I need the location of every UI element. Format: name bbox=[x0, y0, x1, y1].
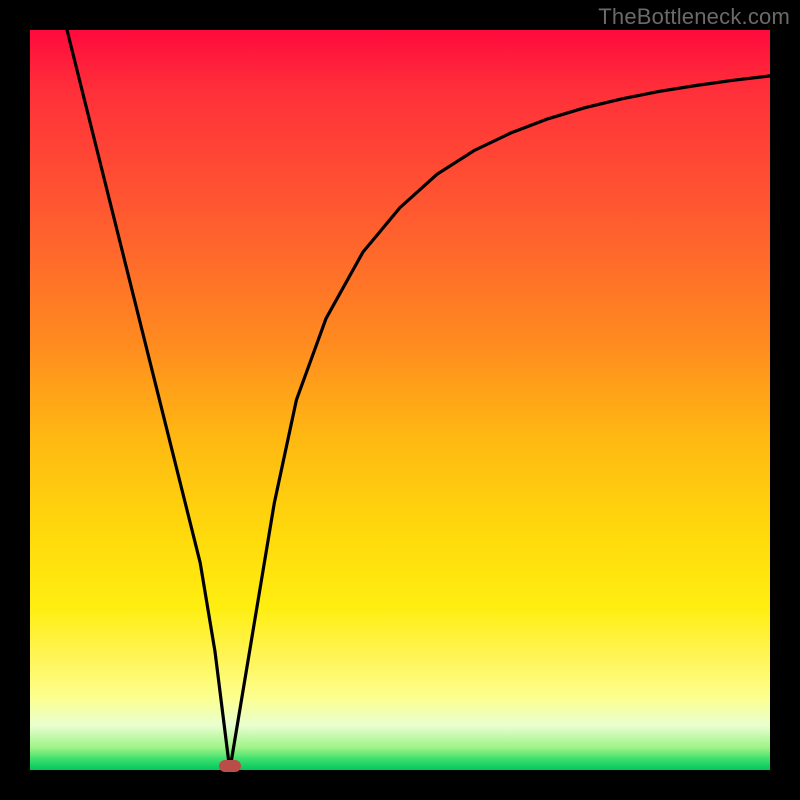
chart-stage: TheBottleneck.com bbox=[0, 0, 800, 800]
watermark-text: TheBottleneck.com bbox=[598, 4, 790, 30]
min-marker bbox=[219, 760, 241, 772]
curve-svg bbox=[30, 30, 770, 770]
plot-area bbox=[30, 30, 770, 770]
curve-path bbox=[67, 30, 770, 770]
